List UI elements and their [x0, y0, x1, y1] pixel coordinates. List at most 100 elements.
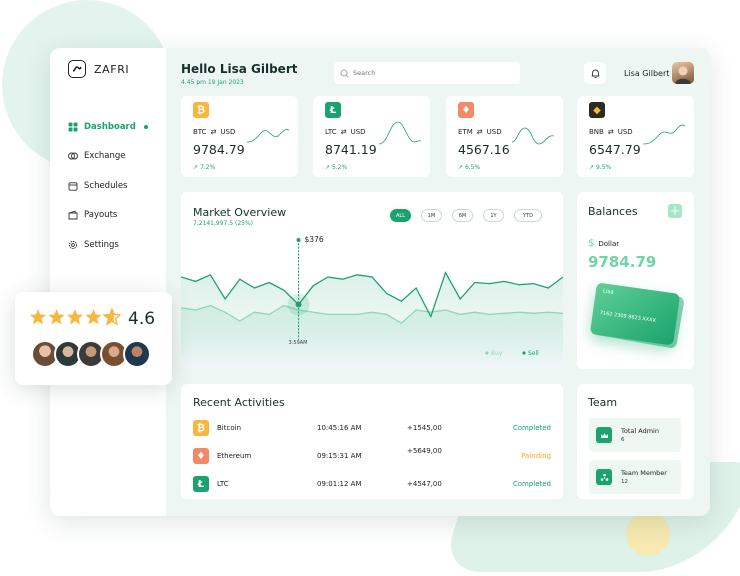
calendar-icon: [68, 182, 78, 191]
coin-card-etm[interactable]: ♦ ETM ⇄ USD 4567.16 ↗ 6.5%: [446, 96, 563, 177]
exchange-icon: [68, 152, 78, 160]
legend-sell-swatch: [522, 351, 526, 355]
sidebar-item-dashboard[interactable]: Dashboard: [68, 112, 148, 142]
team-item-admin[interactable]: Total Admin 6: [589, 418, 681, 452]
balance-currency: $ Dollar: [588, 238, 619, 249]
litecoin-icon: Ł: [193, 476, 209, 492]
activity-row[interactable]: ♦ Ethereum 09:15:31 AM +5649,00 Painding: [193, 446, 551, 466]
sidebar-item-settings[interactable]: Settings: [68, 230, 148, 260]
swap-icon: ⇄: [476, 128, 483, 136]
sidebar: ZAFRI Dashboard Exchange Schedules Payou…: [50, 48, 166, 516]
coin-pair: BTC ⇄ USD: [193, 128, 235, 136]
coin-price: 9784.79: [193, 142, 245, 157]
coin-change-value: 9.5%: [595, 164, 612, 171]
sidebar-item-exchange[interactable]: Exchange: [68, 142, 148, 172]
activity-amount: +5649,00: [407, 447, 442, 455]
plus-icon: +: [669, 204, 681, 218]
legend-buy: Buy: [491, 350, 503, 357]
legend-buy-swatch: [485, 351, 489, 355]
sidebar-item-schedules[interactable]: Schedules: [68, 171, 148, 201]
coin-card-ltc[interactable]: Ł LTC ⇄ USD 8741.19 ↗ 5.2%: [313, 96, 430, 177]
notification-button[interactable]: [584, 62, 606, 84]
team-item-member[interactable]: Team Member 12: [589, 460, 681, 494]
active-dot: [143, 124, 148, 129]
coin-glyph: ◆: [593, 104, 601, 116]
coin-card-bnb[interactable]: ◆ BNB ⇄ USD 6547.79 ↗ 9.5%: [577, 96, 694, 177]
coin-pair: ETM ⇄ USD: [458, 128, 502, 136]
team-card: Team Total Admin 6 Team Member 12: [577, 384, 694, 499]
trend-up-icon: ↗: [325, 164, 331, 171]
team-item-count: 12: [621, 479, 628, 485]
balance-amount: 9784.79: [588, 253, 657, 271]
brand-logo-icon: [68, 60, 86, 78]
bell-icon: [591, 69, 599, 78]
sidebar-item-label: Schedules: [84, 180, 128, 191]
dollar-icon: $: [588, 238, 595, 249]
sidebar-item-label: Dashboard: [84, 121, 136, 132]
rating-value: 4.6: [128, 309, 156, 329]
coin-quote: USD: [350, 128, 366, 136]
search-input[interactable]: [353, 69, 503, 77]
coin-change: ↗ 5.2%: [325, 164, 347, 171]
add-balance-button[interactable]: +: [668, 204, 682, 218]
coin-glyph: Ł: [329, 104, 337, 116]
recent-activities-card: Recent Activities ₿ Bitcoin 10:45:16 AM …: [181, 384, 563, 499]
brand[interactable]: ZAFRI: [68, 60, 129, 78]
sparkline: [378, 121, 422, 145]
people-icon: [596, 469, 612, 485]
decor-dot: [626, 512, 670, 556]
highlight-point: [295, 301, 302, 308]
activity-row[interactable]: Ł LTC 09:01:12 AM +4547,00 Completed: [193, 474, 551, 494]
search-icon: [340, 69, 349, 78]
tooltip-value: $376: [305, 235, 324, 244]
legend-sell: Sell: [528, 350, 539, 357]
coin-symbol: ETM: [458, 128, 473, 136]
trend-up-icon: ↗: [193, 164, 199, 171]
bnb-icon: ◆: [589, 102, 605, 118]
litecoin-icon: Ł: [325, 102, 341, 118]
activity-name: Ethereum: [217, 452, 252, 460]
status-badge: Completed: [512, 480, 551, 488]
activity-time: 10:45:16 AM: [317, 424, 362, 432]
tooltip-marker: [296, 238, 301, 242]
coin-symbol: BTC: [193, 128, 207, 136]
main-content: Hello Lisa Gilbert 4.45 pm 19 Jan 2023 L…: [166, 48, 710, 516]
greeting-datetime: 4.45 pm 19 Jan 2023: [181, 79, 244, 86]
market-overview-card: Market Overview 7,2141,997.5 (25%) ALL 1…: [181, 192, 563, 369]
team-item-label: Total Admin: [621, 427, 659, 435]
star-icon: [66, 309, 84, 325]
currency-label: Dollar: [598, 239, 620, 248]
card-number: 7162 2309 8623 XXXX: [599, 310, 657, 324]
brand-name: ZAFRI: [94, 62, 130, 76]
coin-card-btc[interactable]: ₿ BTC ⇄ USD 9784.79 ↗ 7.2%: [181, 96, 298, 177]
coin-glyph: Ł: [197, 478, 205, 490]
sidebar-item-payouts[interactable]: Payouts: [68, 201, 148, 231]
coin-change-value: 5.2%: [331, 164, 348, 171]
coin-quote: USD: [220, 128, 236, 136]
coin-symbol: BNB: [589, 128, 604, 136]
card-holder: Lisa: [602, 288, 614, 296]
coin-change: ↗ 7.2%: [193, 164, 215, 171]
status-badge: Completed: [512, 424, 551, 432]
activity-row[interactable]: ₿ Bitcoin 10:45:16 AM +1545,00 Completed: [193, 418, 551, 438]
greeting: Hello Lisa Gilbert: [181, 62, 298, 76]
coin-price: 4567.16: [458, 142, 510, 157]
coin-pair: BNB ⇄ USD: [589, 128, 633, 136]
team-title: Team: [588, 396, 618, 409]
star-icon: [29, 309, 47, 325]
search-box[interactable]: [334, 62, 520, 84]
user-name: Lisa Gilbert: [624, 69, 670, 78]
coin-price: 8741.19: [325, 142, 377, 157]
swap-icon: ⇄: [210, 128, 217, 136]
coin-price: 6547.79: [589, 142, 641, 157]
market-chart[interactable]: $376 3:59AM Buy Sell: [181, 192, 563, 369]
balances-card: Balances + $ Dollar 9784.79 Lisa 7162 230…: [577, 192, 694, 369]
status-badge: Painding: [521, 452, 551, 460]
bitcoin-icon: ₿: [193, 420, 209, 436]
activity-time: 09:01:12 AM: [317, 480, 362, 488]
coin-glyph: ♦: [196, 450, 206, 462]
sparkline: [511, 127, 555, 145]
coin-change-value: 6.5%: [464, 164, 481, 171]
reviewer-avatars: [31, 340, 151, 368]
user-avatar[interactable]: [672, 62, 694, 84]
